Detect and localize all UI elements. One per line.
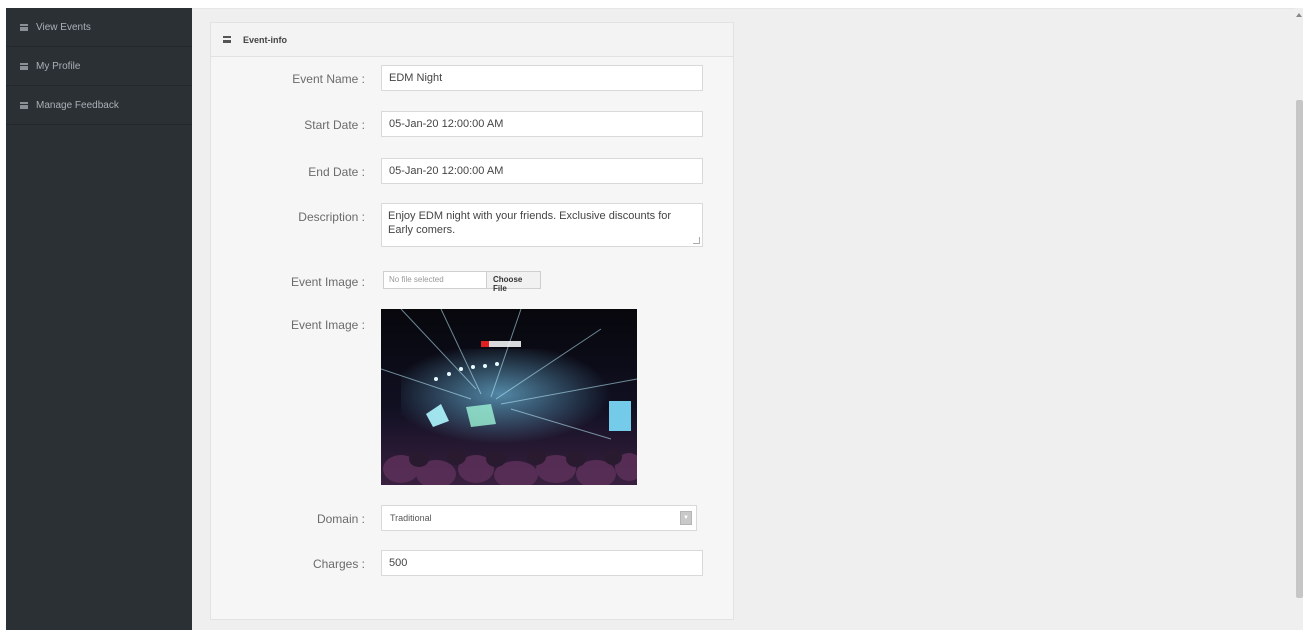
sidebar-item-my-profile[interactable]: My Profile (6, 47, 192, 86)
charges-input[interactable]: 500 (381, 550, 703, 576)
description-label: Description : (298, 210, 365, 224)
domain-label: Domain : (316, 512, 365, 526)
choose-file-button[interactable]: Choose File (487, 272, 540, 293)
resize-handle-icon[interactable] (693, 237, 700, 244)
sidebar-item-manage-feedback[interactable]: Manage Feedback (6, 86, 192, 125)
chevron-down-icon[interactable]: ▼ (680, 511, 692, 525)
list-icon (20, 23, 28, 31)
event-image-preview (381, 309, 637, 485)
panel-header: Event-info (211, 23, 733, 57)
event-image-preview-label: Event Image : (290, 318, 365, 332)
description-textarea[interactable]: Enjoy EDM night with your friends. Exclu… (381, 203, 703, 247)
domain-selected-value: Traditional (390, 513, 432, 523)
panel-title: Event-info (243, 34, 287, 45)
end-date-label: End Date : (308, 165, 365, 179)
end-date-input[interactable]: 05-Jan-20 12:00:00 AM (381, 158, 703, 184)
description-text: Enjoy EDM night with your friends. Exclu… (388, 210, 672, 236)
event-name-label: Event Name : (292, 72, 365, 86)
sidebar-item-view-events[interactable]: View Events (6, 8, 192, 47)
domain-select[interactable]: Traditional ▼ (381, 505, 697, 531)
start-date-input[interactable]: 05-Jan-20 12:00:00 AM (381, 111, 703, 137)
file-input[interactable]: No file selected Choose File (383, 271, 541, 293)
no-file-text: No file selected (384, 272, 487, 288)
list-icon (20, 101, 28, 109)
main-content: Event-info Event Name : EDM Night Start … (192, 8, 1303, 630)
sidebar: View Events My Profile Manage Feedback (6, 8, 192, 630)
list-icon (20, 62, 28, 70)
event-name-input[interactable]: EDM Night (381, 65, 703, 91)
scroll-thumb[interactable] (1296, 100, 1303, 598)
sidebar-item-label: My Profile (36, 60, 81, 72)
list-icon (223, 36, 231, 43)
scrollbar[interactable] (1295, 8, 1303, 630)
concert-photo (381, 309, 637, 485)
divider (192, 8, 1303, 9)
event-image-upload-label: Event Image : (290, 275, 365, 289)
event-info-panel: Event-info Event Name : EDM Night Start … (210, 22, 734, 620)
charges-label: Charges : (312, 557, 365, 571)
sidebar-item-label: Manage Feedback (36, 99, 119, 111)
scroll-up-arrow-icon[interactable] (1296, 13, 1302, 17)
sidebar-item-label: View Events (36, 21, 91, 33)
start-date-label: Start Date : (304, 118, 365, 132)
